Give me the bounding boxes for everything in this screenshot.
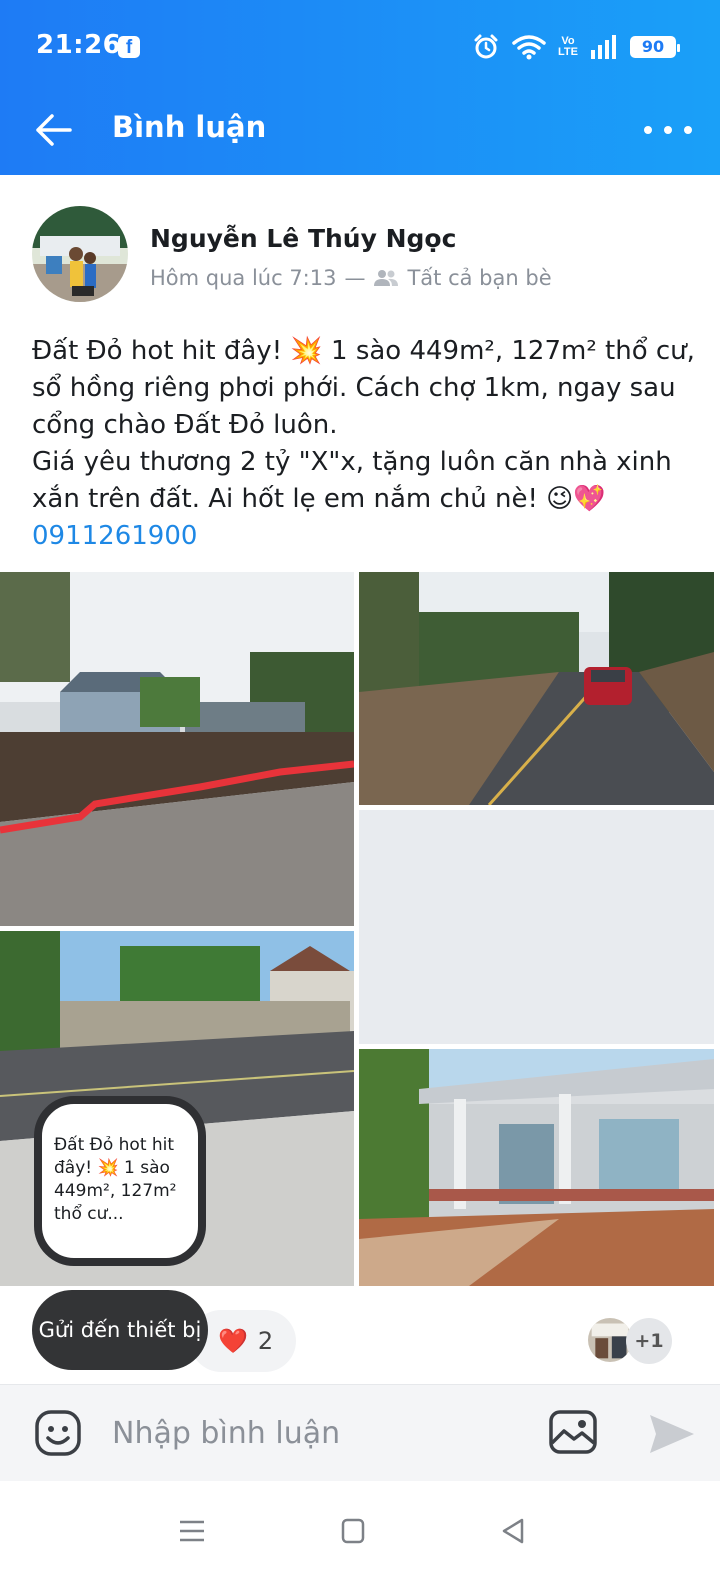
comment-bar <box>0 1384 720 1481</box>
post-audience: Tất cả bạn bè <box>407 266 552 290</box>
home-button[interactable] <box>333 1511 373 1551</box>
facebook-notification-icon: f <box>118 36 140 58</box>
more-button[interactable] <box>644 108 692 152</box>
more-icon-dot <box>644 126 652 134</box>
photo-house-front[interactable] <box>359 1049 714 1286</box>
meta-separator: — <box>344 266 366 290</box>
reaction-count: 2 <box>257 1327 274 1355</box>
author-name[interactable]: Nguyễn Lê Thúy Ngọc <box>150 224 456 253</box>
image-icon <box>549 1410 597 1454</box>
wifi-icon <box>512 35 546 60</box>
battery-indicator: 90 <box>630 36 680 58</box>
post-text-line2: Giá yêu thương 2 tỷ "X"x, tặng luôn căn … <box>32 447 672 514</box>
bubble-text: Đất Đỏ hot hit đây! 💥 1 sào 449m², 127m²… <box>54 1135 177 1224</box>
post-time: Hôm qua lúc 7:13 <box>150 266 337 290</box>
signal-icon <box>591 35 616 59</box>
viewers[interactable]: +1 <box>586 1316 686 1366</box>
system-nav-bar <box>0 1481 720 1581</box>
app-header: 21:26 f Vo LTE 90 Bình luận <box>0 0 720 175</box>
back-button[interactable] <box>32 108 76 152</box>
more-icon-dot <box>684 126 692 134</box>
emoji-button[interactable] <box>34 1409 82 1457</box>
status-bar: 21:26 f Vo LTE 90 <box>0 0 720 92</box>
status-time: 21:26 <box>36 30 122 60</box>
home-square-icon <box>341 1518 365 1544</box>
phone-link[interactable]: 0911261900 <box>32 518 697 555</box>
emoji-icon <box>35 1410 81 1456</box>
viewers-more-count: +1 <box>626 1318 672 1364</box>
comment-input[interactable] <box>112 1405 512 1461</box>
volte-line2: LTE <box>558 46 578 58</box>
post-meta: Hôm qua lúc 7:13 — Tất cả bạn bè <box>150 266 552 290</box>
nav-back-triangle-icon <box>502 1518 524 1544</box>
send-icon <box>650 1415 694 1453</box>
post-author: Nguyễn Lê Thúy Ngọc Hôm qua lúc 7:13 — T… <box>32 206 692 306</box>
page-title: Bình luận <box>112 110 267 144</box>
nav-back-button[interactable] <box>494 1511 534 1551</box>
status-icons: Vo LTE 90 <box>472 30 680 64</box>
back-arrow-icon <box>36 114 72 146</box>
heart-icon: ❤️ <box>218 1327 248 1355</box>
menu-lines-icon <box>180 1520 204 1542</box>
send-button[interactable] <box>646 1411 696 1457</box>
photo-road-car[interactable] <box>359 572 714 805</box>
chat-head-bubble[interactable]: Đất Đỏ hot hit đây! 💥 1 sào 449m², 127m²… <box>34 1096 206 1266</box>
photo-loading-placeholder[interactable] <box>359 810 714 1044</box>
post-text-line1: Đất Đỏ hot hit đây! 💥 1 sào 449m², 127m²… <box>32 336 695 440</box>
title-bar: Bình luận <box>0 92 720 168</box>
post-text: Đất Đỏ hot hit đây! 💥 1 sào 449m², 127m²… <box>32 333 697 555</box>
recent-apps-button[interactable] <box>172 1511 212 1551</box>
more-icon-dot <box>664 126 672 134</box>
volte-indicator: Vo LTE <box>558 36 578 58</box>
author-avatar[interactable] <box>32 206 128 302</box>
image-button[interactable] <box>548 1409 598 1455</box>
photo-land-house[interactable] <box>0 572 354 926</box>
send-to-device-button[interactable]: Gửi đến thiết bị <box>32 1290 208 1370</box>
alarm-icon <box>474 34 498 59</box>
friends-icon <box>374 270 399 286</box>
